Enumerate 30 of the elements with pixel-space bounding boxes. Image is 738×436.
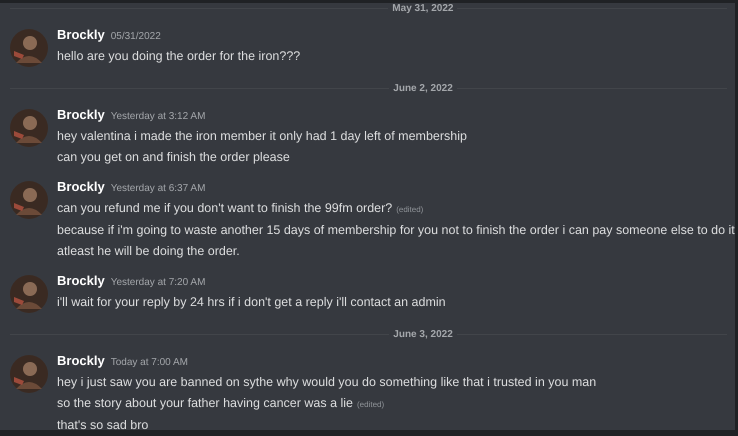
username[interactable]: Brockly xyxy=(57,273,105,288)
date-divider-label: May 31, 2022 xyxy=(392,3,454,14)
date-divider-label: June 3, 2022 xyxy=(393,329,453,340)
avatar-icon[interactable] xyxy=(10,181,48,219)
message-timestamp: Yesterday at 3:12 AM xyxy=(110,111,206,122)
avatar-icon[interactable] xyxy=(10,109,48,147)
edited-label: (edited) xyxy=(357,399,384,411)
message-timestamp: Today at 7:00 AM xyxy=(110,357,188,368)
message-timestamp: Yesterday at 6:37 AM xyxy=(110,183,206,194)
avatar-icon[interactable] xyxy=(10,275,48,313)
message-text: can you get on and finish the order please xyxy=(57,149,290,166)
username[interactable]: Brockly xyxy=(57,179,105,194)
message-text: hello are you doing the order for the iron??? xyxy=(57,48,300,65)
message-timestamp: Yesterday at 7:20 AM xyxy=(110,277,206,288)
message-text: can you refund me if you don't want to finish the 99fm order? xyxy=(57,200,392,217)
message-text: hey valentina i made the iron member it only had 1 day left of membership xyxy=(57,128,467,145)
username[interactable]: Brockly xyxy=(57,353,105,368)
username[interactable]: Brockly xyxy=(57,27,105,42)
message-text: so the story about your father having cancer was a lie xyxy=(57,395,353,412)
message-text: atleast he will be doing the order. xyxy=(57,243,240,260)
message-text: hey i just saw you are banned on sythe why would you do something like that i trusted in you man xyxy=(57,374,596,391)
username[interactable]: Brockly xyxy=(57,107,105,122)
avatar-icon[interactable] xyxy=(10,355,48,393)
message-text: that's so sad bro xyxy=(57,417,148,430)
message-text: i'll wait for your reply by 24 hrs if i don't get a reply i'll contact an admin xyxy=(57,294,446,311)
message-timestamp: 05/31/2022 xyxy=(110,31,161,42)
avatar-icon[interactable] xyxy=(10,29,48,67)
message-text: because if i'm going to waste another 15 days of membership for you not to finish the order i can pay someone else to do it xyxy=(57,222,735,239)
edited-label: (edited) xyxy=(396,204,424,216)
date-divider-label: June 2, 2022 xyxy=(393,83,453,94)
